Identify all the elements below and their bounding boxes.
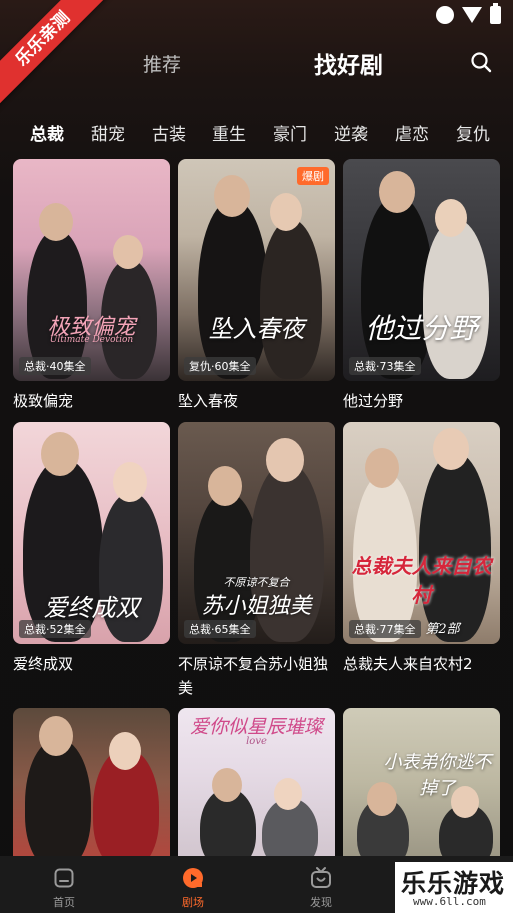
drama-card[interactable]: 总裁夫人来自农村 第2部 总裁·77集全 总裁夫人来自农村2 [343,422,500,676]
bottom-nav-discover[interactable]: 发现 [291,866,351,910]
episode-label: 总裁·73集全 [349,357,421,375]
tv-icon [311,867,331,888]
drama-poster[interactable]: 不原谅不复合 苏小姐独美 总裁·65集全 [178,422,335,644]
drama-poster[interactable]: 小表弟你逃不掉了 [343,708,500,856]
drama-card[interactable]: 他过分野 总裁·73集全 他过分野 [343,159,500,413]
category-costume[interactable]: 古装 [152,120,186,145]
drama-card[interactable] [13,708,170,856]
drama-poster[interactable]: 极致偏宠 Ultimate Devotion 总裁·40集全 [13,159,170,381]
drama-card[interactable]: 坠入春夜 爆剧 复仇·60集全 坠入春夜 [178,159,335,413]
bottom-nav-label: 发现 [310,896,332,909]
episode-label: 复仇·60集全 [184,357,256,375]
poster-title: 爱你似星辰璀璨 [189,716,323,738]
bottom-nav-home[interactable]: 首页 [34,866,94,910]
status-icons [436,3,501,24]
drama-card[interactable]: 极致偏宠 Ultimate Devotion 总裁·40集全 极致偏宠 [13,159,170,413]
episode-label: 总裁·40集全 [19,357,91,375]
theater-icon [183,868,203,888]
drama-title[interactable]: 坠入春夜 [178,389,335,413]
category-wealthy[interactable]: 豪门 [273,120,307,145]
home-icon [54,868,74,888]
tab-find-drama[interactable]: 找好剧 [314,46,383,80]
bottom-nav-label: 首页 [53,896,75,909]
drama-poster[interactable]: 他过分野 总裁·73集全 [343,159,500,381]
hot-badge: 爆剧 [297,167,329,185]
drama-poster[interactable]: 坠入春夜 爆剧 复仇·60集全 [178,159,335,381]
search-icon[interactable] [469,50,493,74]
drama-title[interactable]: 不原谅不复合苏小姐独美 [178,652,335,700]
watermark: 乐乐游戏 www.6ll.com [395,862,513,913]
episode-label: 总裁·52集全 [19,620,91,638]
watermark-url: www.6ll.com [413,895,486,908]
top-nav: 推荐 找好剧 [0,44,513,84]
drama-poster[interactable]: 总裁夫人来自农村 第2部 总裁·77集全 [343,422,500,644]
wifi-icon [462,7,482,23]
drama-title[interactable]: 总裁夫人来自农村2 [343,652,500,676]
poster-subtitle: love [246,736,267,747]
poster-title: 他过分野 [365,312,478,345]
signal-icon [436,6,454,24]
drama-card[interactable]: 不原谅不复合 苏小姐独美 总裁·65集全 不原谅不复合苏小姐独美 [178,422,335,700]
drama-card[interactable]: 爱你似星辰璀璨 love [178,708,335,856]
category-row: 总裁 甜宠 古装 重生 豪门 逆袭 虐恋 复仇 [0,120,513,148]
poster-title: 苏小姐独美 [201,594,312,619]
drama-title[interactable]: 爱终成双 [13,652,170,676]
drama-card[interactable]: 小表弟你逃不掉了 [343,708,500,856]
poster-title: 坠入春夜 [208,315,305,343]
episode-label: 总裁·77集全 [349,620,421,638]
drama-poster[interactable] [13,708,170,856]
category-ceo[interactable]: 总裁 [30,120,64,145]
drama-card[interactable]: 爱终成双 总裁·52集全 爱终成双 [13,422,170,676]
drama-poster[interactable]: 爱你似星辰璀璨 love [178,708,335,856]
poster-title: 爱终成双 [43,594,140,622]
category-sweet[interactable]: 甜宠 [91,120,125,145]
poster-title: 总裁夫人来自农村 [351,554,492,607]
drama-poster[interactable]: 爱终成双 总裁·52集全 [13,422,170,644]
category-comeback[interactable]: 逆袭 [334,120,368,145]
bottom-nav-label: 剧场 [182,896,204,909]
drama-title[interactable]: 他过分野 [343,389,500,413]
poster-subtitle: Ultimate Devotion [49,335,134,345]
category-revenge[interactable]: 复仇 [456,120,490,145]
battery-icon [490,3,501,24]
category-rebirth[interactable]: 重生 [212,120,246,145]
drama-title[interactable]: 极致偏宠 [13,389,170,413]
category-tragic-love[interactable]: 虐恋 [395,120,429,145]
episode-label: 总裁·65集全 [184,620,256,638]
tab-recommend[interactable]: 推荐 [143,50,181,77]
bottom-nav-theater[interactable]: 剧场 [163,866,223,910]
